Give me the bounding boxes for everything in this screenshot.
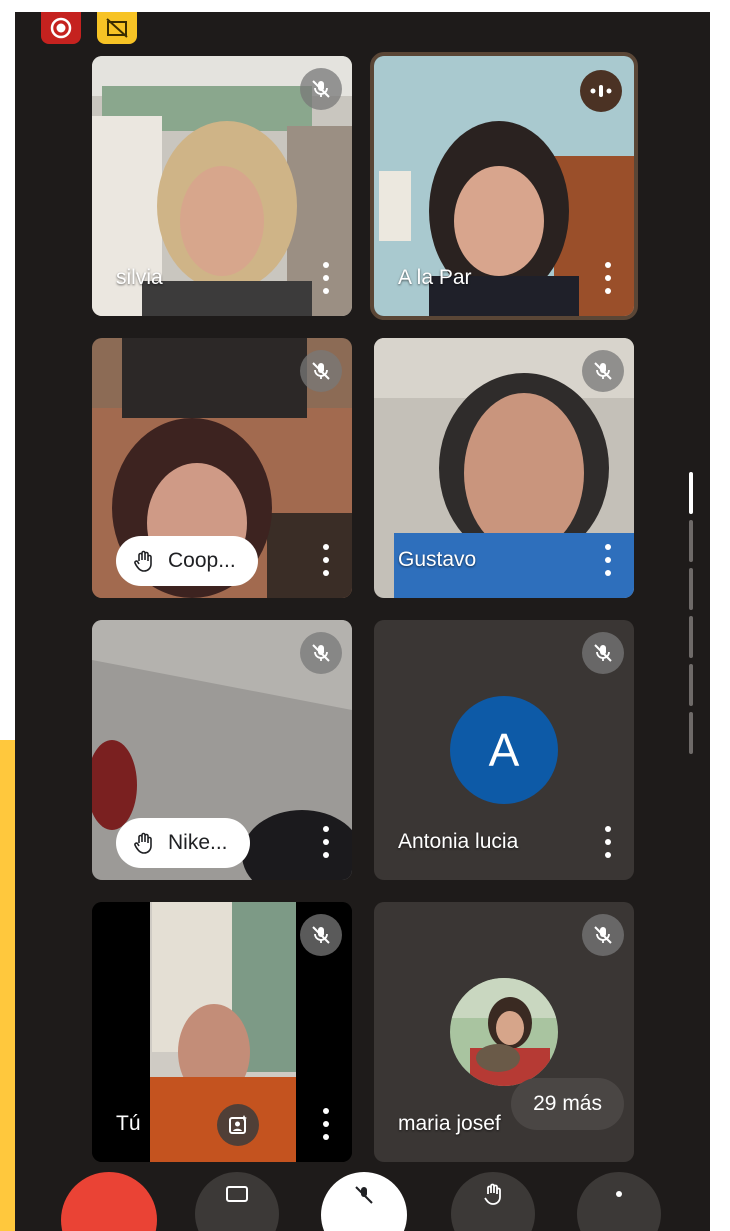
more-vert-icon[interactable]: [604, 544, 612, 576]
participant-tile[interactable]: A Antonia lucia: [374, 620, 634, 880]
microphone-button[interactable]: [321, 1172, 407, 1231]
participant-name: silvia: [116, 266, 163, 289]
mic-off-icon: [300, 350, 342, 392]
participant-name: Gustavo: [398, 548, 477, 571]
yellow-decoration: [0, 740, 15, 1231]
raised-hand-icon: [134, 832, 152, 854]
raised-hand-badge: Coop...: [116, 536, 258, 586]
participant-name: Nike...: [168, 831, 228, 854]
mic-off-icon: [300, 632, 342, 674]
participant-tile[interactable]: Gustavo: [374, 338, 634, 598]
participant-tile[interactable]: maria josef 29 más: [374, 902, 634, 1162]
mic-off-icon: [300, 68, 342, 110]
scrollbar[interactable]: [689, 472, 693, 760]
raised-hand-badge: Nike...: [116, 818, 250, 868]
record-icon[interactable]: [41, 12, 81, 44]
participant-tile[interactable]: Coop...: [92, 338, 352, 598]
raise-hand-button[interactable]: [451, 1172, 535, 1231]
mic-off-icon: [582, 350, 624, 392]
more-vert-icon[interactable]: [604, 262, 612, 294]
participant-name: Tú: [116, 1112, 141, 1135]
self-view-tile[interactable]: Tú: [92, 902, 352, 1162]
avatar: A: [450, 696, 558, 804]
participant-name: Coop...: [168, 549, 236, 572]
avatar: [450, 978, 558, 1086]
meet-screen: silvia A la Par Coop... Gustavo Nike... …: [15, 12, 710, 1231]
more-participants-button[interactable]: 29 más: [511, 1078, 624, 1130]
no-video-icon[interactable]: [97, 12, 137, 44]
raised-hand-icon: [134, 550, 152, 572]
participant-name: A la Par: [398, 266, 472, 289]
participant-name: Antonia lucia: [398, 830, 519, 853]
participant-tile[interactable]: silvia: [92, 56, 352, 316]
more-vert-icon[interactable]: [322, 544, 330, 576]
participant-tile-speaking[interactable]: A la Par: [370, 52, 638, 320]
raised-hand-icon: [484, 1183, 501, 1205]
more-vert-icon[interactable]: [322, 262, 330, 294]
more-options-button[interactable]: [577, 1172, 661, 1231]
more-vert-icon[interactable]: [322, 826, 330, 858]
participant-tile[interactable]: Nike...: [92, 620, 352, 880]
leave-call-button[interactable]: [61, 1172, 157, 1231]
mic-off-icon: [582, 632, 624, 674]
visual-effects-icon[interactable]: [217, 1104, 259, 1146]
more-vert-icon[interactable]: [604, 826, 612, 858]
mic-off-icon: [582, 914, 624, 956]
more-vert-icon[interactable]: [322, 1108, 330, 1140]
captions-button[interactable]: [195, 1172, 279, 1231]
mic-off-icon: [300, 914, 342, 956]
speaking-indicator-icon: [580, 70, 622, 112]
participant-name: maria josef: [398, 1112, 501, 1135]
